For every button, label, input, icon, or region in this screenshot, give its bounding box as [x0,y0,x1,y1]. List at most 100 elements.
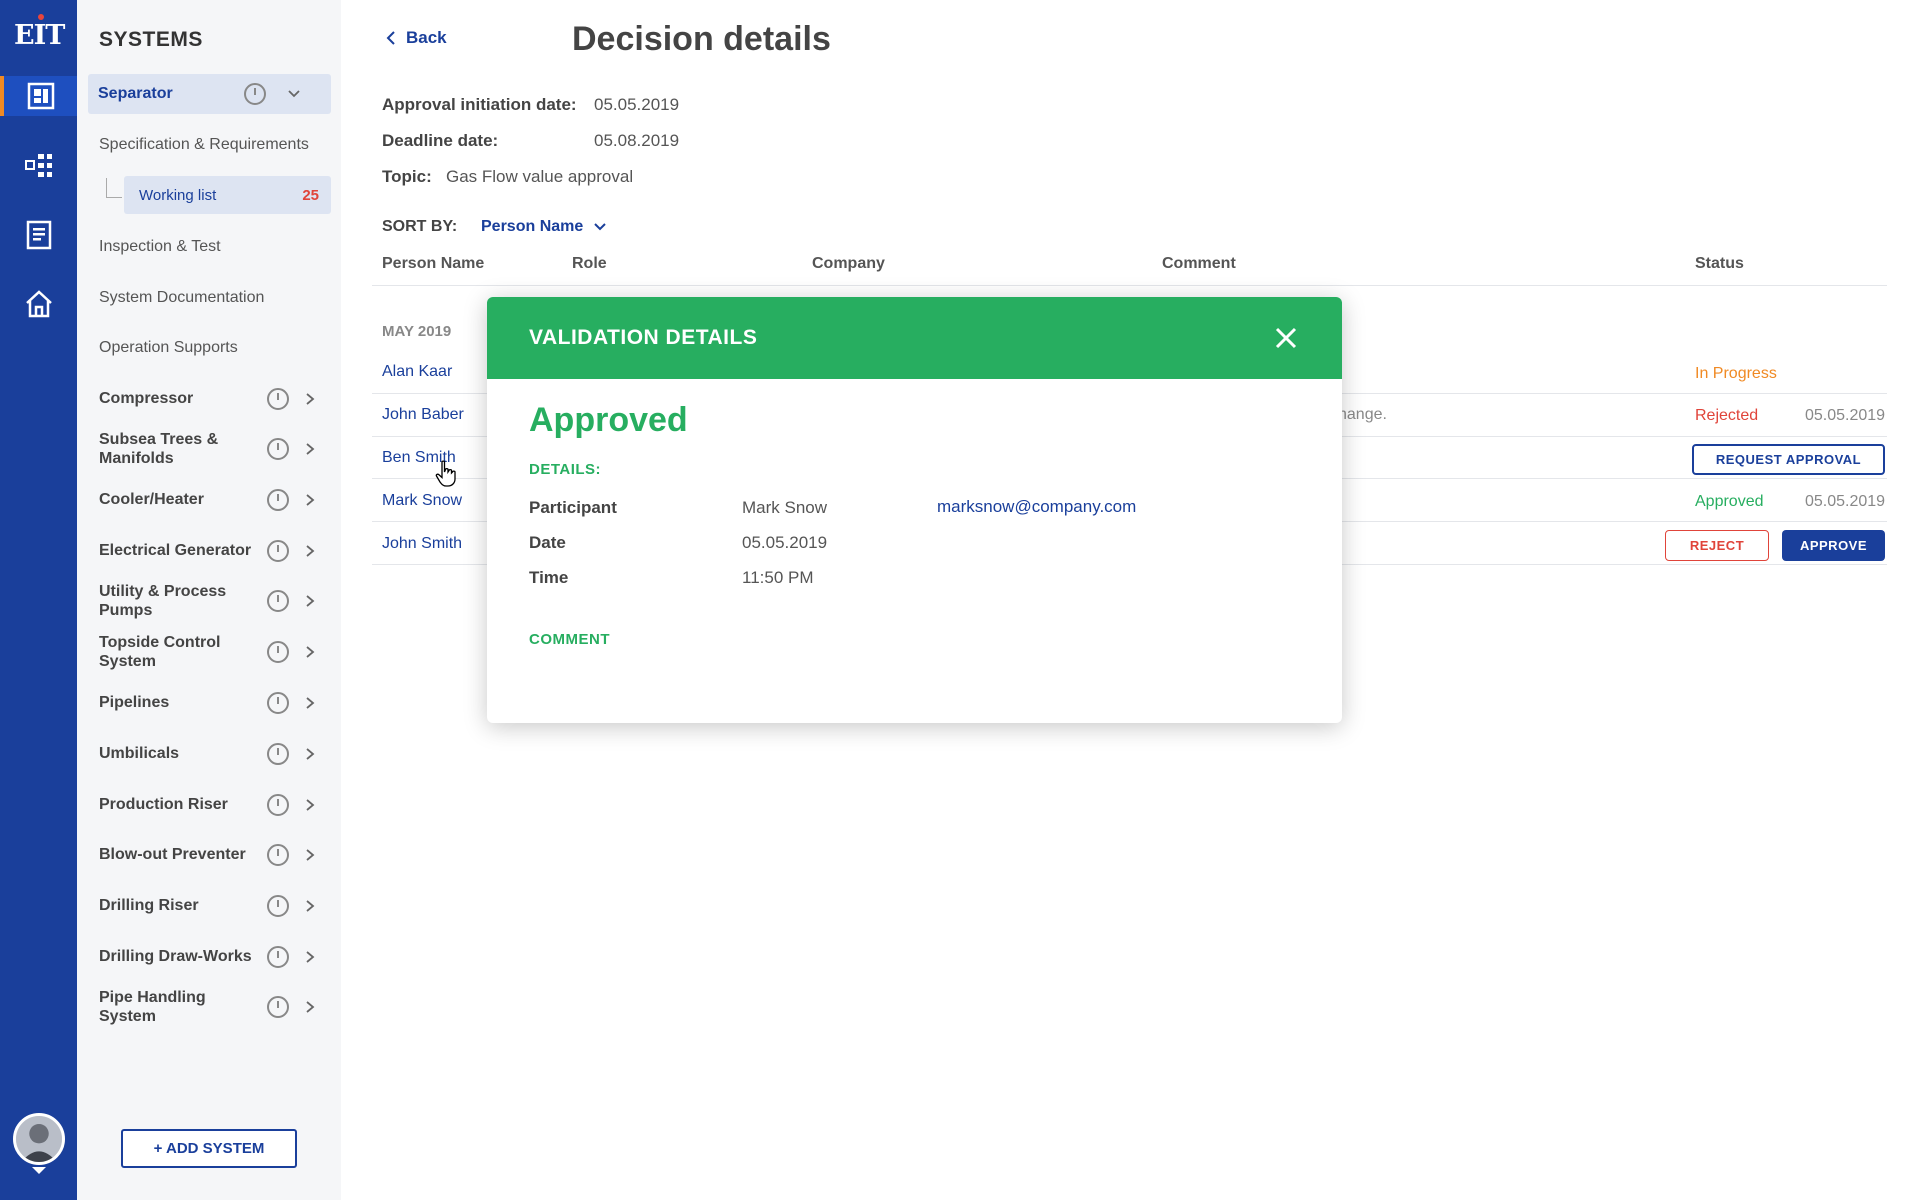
chevron-right-icon[interactable] [303,645,317,659]
avatar-image [16,1116,62,1162]
participant-value: Mark Snow [742,498,828,517]
topic-label: Topic: [382,167,432,186]
status-in-progress: In Progress [1695,365,1777,382]
column-header-comment[interactable]: Comment [1162,255,1236,273]
chevron-right-icon[interactable] [303,848,317,862]
clock-icon[interactable] [244,83,266,105]
clock-icon[interactable] [267,489,289,511]
clock-icon[interactable] [267,743,289,765]
person-link-john-smith[interactable]: John Smith [382,535,462,553]
working-list-label: Working list [139,187,217,204]
chevron-right-icon[interactable] [303,442,317,456]
approval-date-value: 05.05.2019 [594,95,680,114]
chevron-right-icon[interactable] [303,899,317,913]
time-value: 11:50 PM [742,568,814,587]
clock-icon[interactable] [267,590,289,612]
user-avatar[interactable] [13,1113,65,1165]
column-header-status[interactable]: Status [1695,255,1744,273]
rail-item-dashboard[interactable] [0,76,77,116]
status-date: 05.05.2019 [1805,493,1886,510]
rail-item-home[interactable] [0,284,77,324]
column-header-role[interactable]: Role [572,255,607,273]
working-list-count: 25 [302,187,319,204]
document-icon [26,220,51,250]
comment-heading: COMMENT [529,631,610,648]
back-button[interactable]: Back [386,28,447,48]
request-approval-button[interactable]: REQUEST APPROVAL [1692,444,1885,475]
column-header-person[interactable]: Person Name [382,255,484,273]
chevron-right-icon[interactable] [303,747,317,761]
chevron-right-icon[interactable] [303,544,317,558]
time-label: Time [529,568,569,587]
participant-label: Participant [529,498,617,517]
clock-icon[interactable] [267,794,289,816]
clock-icon[interactable] [267,844,289,866]
page-title: Decision details [572,20,831,58]
validation-status: Approved [529,401,688,439]
status-date: 05.05.2019 [1805,407,1886,424]
chevron-right-icon[interactable] [303,392,317,406]
modal-title: VALIDATION DETAILS [529,326,758,349]
person-link-alan-kaar[interactable]: Alan Kaar [382,363,452,381]
clock-icon[interactable] [267,996,289,1018]
participant-email-link[interactable]: marksnow@company.com [937,497,1136,517]
clock-icon[interactable] [267,540,289,562]
topic-row: Topic: Gas Flow value approval [382,167,633,187]
sidebar-item-label: Drilling Draw-Works [99,948,252,965]
approval-date-label: Approval initiation date: [382,95,577,114]
rail-item-diagram[interactable] [0,146,77,186]
clock-icon[interactable] [267,641,289,663]
approve-button[interactable]: APPROVE [1782,530,1885,561]
rail-item-document[interactable] [0,215,77,255]
chevron-right-icon[interactable] [303,798,317,812]
person-link-mark-snow[interactable]: Mark Snow [382,492,462,510]
sort-by-label: SORT BY: [382,218,458,235]
sidebar-item-label: Production Riser [99,796,228,813]
sidebar-item-label: Compressor [99,390,194,407]
sort-select[interactable]: Person Name [481,218,607,236]
sidebar-item-label: Drilling Riser [99,897,199,914]
column-header-company[interactable]: Company [812,255,885,273]
header-divider [372,285,1887,286]
chevron-right-icon[interactable] [303,493,317,507]
sidebar-item-label: Utility & Process Pumps [99,583,227,619]
home-icon [25,290,52,318]
dashboard-icon [27,82,54,110]
sidebar-item-separator[interactable]: Separator [88,74,331,114]
sidebar-item-label: Topside Control System [99,634,221,670]
hand-cursor-icon [435,460,456,487]
sidebar-item-label: Blow-out Preventer [99,846,246,863]
sidebar-item-label: Umbilicals [99,745,180,762]
sidebar-item-working-list[interactable]: Working list 25 [124,176,331,214]
add-system-button[interactable]: + ADD SYSTEM [121,1129,297,1168]
systems-sidebar: SYSTEMS Separator Specification & Requir… [77,0,341,1200]
clock-icon[interactable] [267,438,289,460]
sidebar-sub-specification[interactable]: Specification & Requirements [99,136,309,154]
clock-icon[interactable] [267,692,289,714]
sidebar-item-label: Electrical Generator [99,542,252,559]
back-label: Back [406,28,447,47]
sidebar-sub-inspection[interactable]: Inspection & Test [99,238,221,256]
chevron-right-icon[interactable] [303,696,317,710]
sidebar-title: SYSTEMS [99,28,203,51]
deadline-date-label: Deadline date: [382,131,499,150]
chevron-down-icon[interactable] [287,87,301,101]
clock-icon[interactable] [267,895,289,917]
validation-details-modal: VALIDATION DETAILS Approved DETAILS: Par… [487,297,1342,723]
app-logo[interactable]: EIT [14,12,65,52]
sidebar-sub-documentation[interactable]: System Documentation [99,289,264,307]
status-rejected: Rejected [1695,407,1759,424]
sidebar-sub-operation[interactable]: Operation Supports [99,339,238,357]
close-icon[interactable] [1273,325,1299,351]
chevron-right-icon[interactable] [303,950,317,964]
chevron-right-icon[interactable] [303,594,317,608]
clock-icon[interactable] [267,388,289,410]
avatar-caret-icon[interactable] [32,1167,46,1174]
deadline-date-value: 05.08.2019 [594,131,680,150]
person-link-john-baber[interactable]: John Baber [382,406,464,424]
sidebar-item-label: Pipelines [99,694,170,711]
month-group-label: MAY 2019 [382,323,452,340]
clock-icon[interactable] [267,946,289,968]
chevron-right-icon[interactable] [303,1000,317,1014]
reject-button[interactable]: REJECT [1665,530,1769,561]
